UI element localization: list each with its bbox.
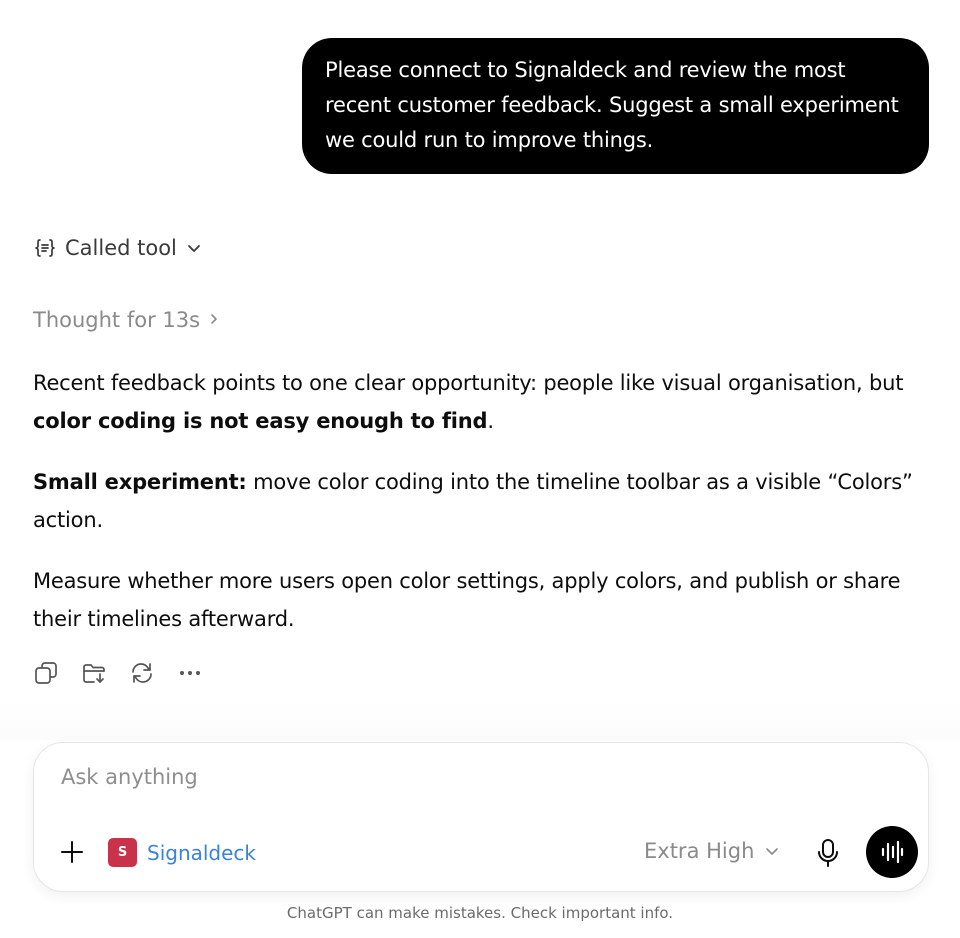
thought-label: Thought for 13s [33,308,201,332]
reasoning-level-value: Extra High [644,839,755,863]
plus-icon [61,841,83,863]
connector-name: Signaldeck [147,840,257,865]
voice-waveform-icon [881,840,904,864]
add-attachment-button[interactable] [58,838,86,866]
regenerate-icon [132,663,152,683]
save-to-folder-icon [83,664,105,683]
more-icon [180,671,200,675]
signaldeck-logo-icon: S [108,838,137,867]
answer-paragraph-3: Measure whether more users open color se… [33,569,901,631]
chevron-down-icon [766,848,779,855]
answer-paragraph-2: Small experiment: move color coding into… [33,470,913,532]
thought-toggle[interactable]: Thought for 13s [33,308,220,332]
copy-button[interactable] [33,658,59,688]
answer-emphasis: color coding is not easy enough to find [33,409,488,433]
prompt-input[interactable] [61,765,881,789]
more-options-button[interactable] [177,658,203,688]
voice-mode-button[interactable] [866,826,918,878]
dictate-button[interactable] [813,837,843,869]
microphone-icon [818,839,838,867]
assistant-answer: Recent feedback points to one clear oppo… [33,364,923,661]
experiment-heading: Small experiment: [33,470,247,494]
user-message-bubble: Please connect to Signaldeck and review … [302,38,929,174]
reasoning-level-select[interactable]: Extra High [644,839,780,863]
chevron-right-icon [208,308,220,332]
composer: S Signaldeck Extra High [33,742,929,892]
signaldeck-connector-chip[interactable]: S Signaldeck [108,838,256,867]
disclaimer-text: ChatGPT can make mistakes. Check importa… [286,904,674,922]
chevron-down-icon [185,239,203,257]
chat-page: Please connect to Signaldeck and review … [0,0,960,938]
user-message-row: Please connect to Signaldeck and review … [302,38,929,174]
save-to-folder-button[interactable] [81,658,107,688]
regenerate-button[interactable] [129,658,155,688]
tool-braces-icon [33,236,57,260]
answer-paragraph-1: Recent feedback points to one clear oppo… [33,371,904,433]
called-tool-label: Called tool [65,236,177,260]
message-actions [33,658,203,688]
copy-icon [35,662,57,684]
called-tool-toggle[interactable]: Called tool [33,236,203,260]
